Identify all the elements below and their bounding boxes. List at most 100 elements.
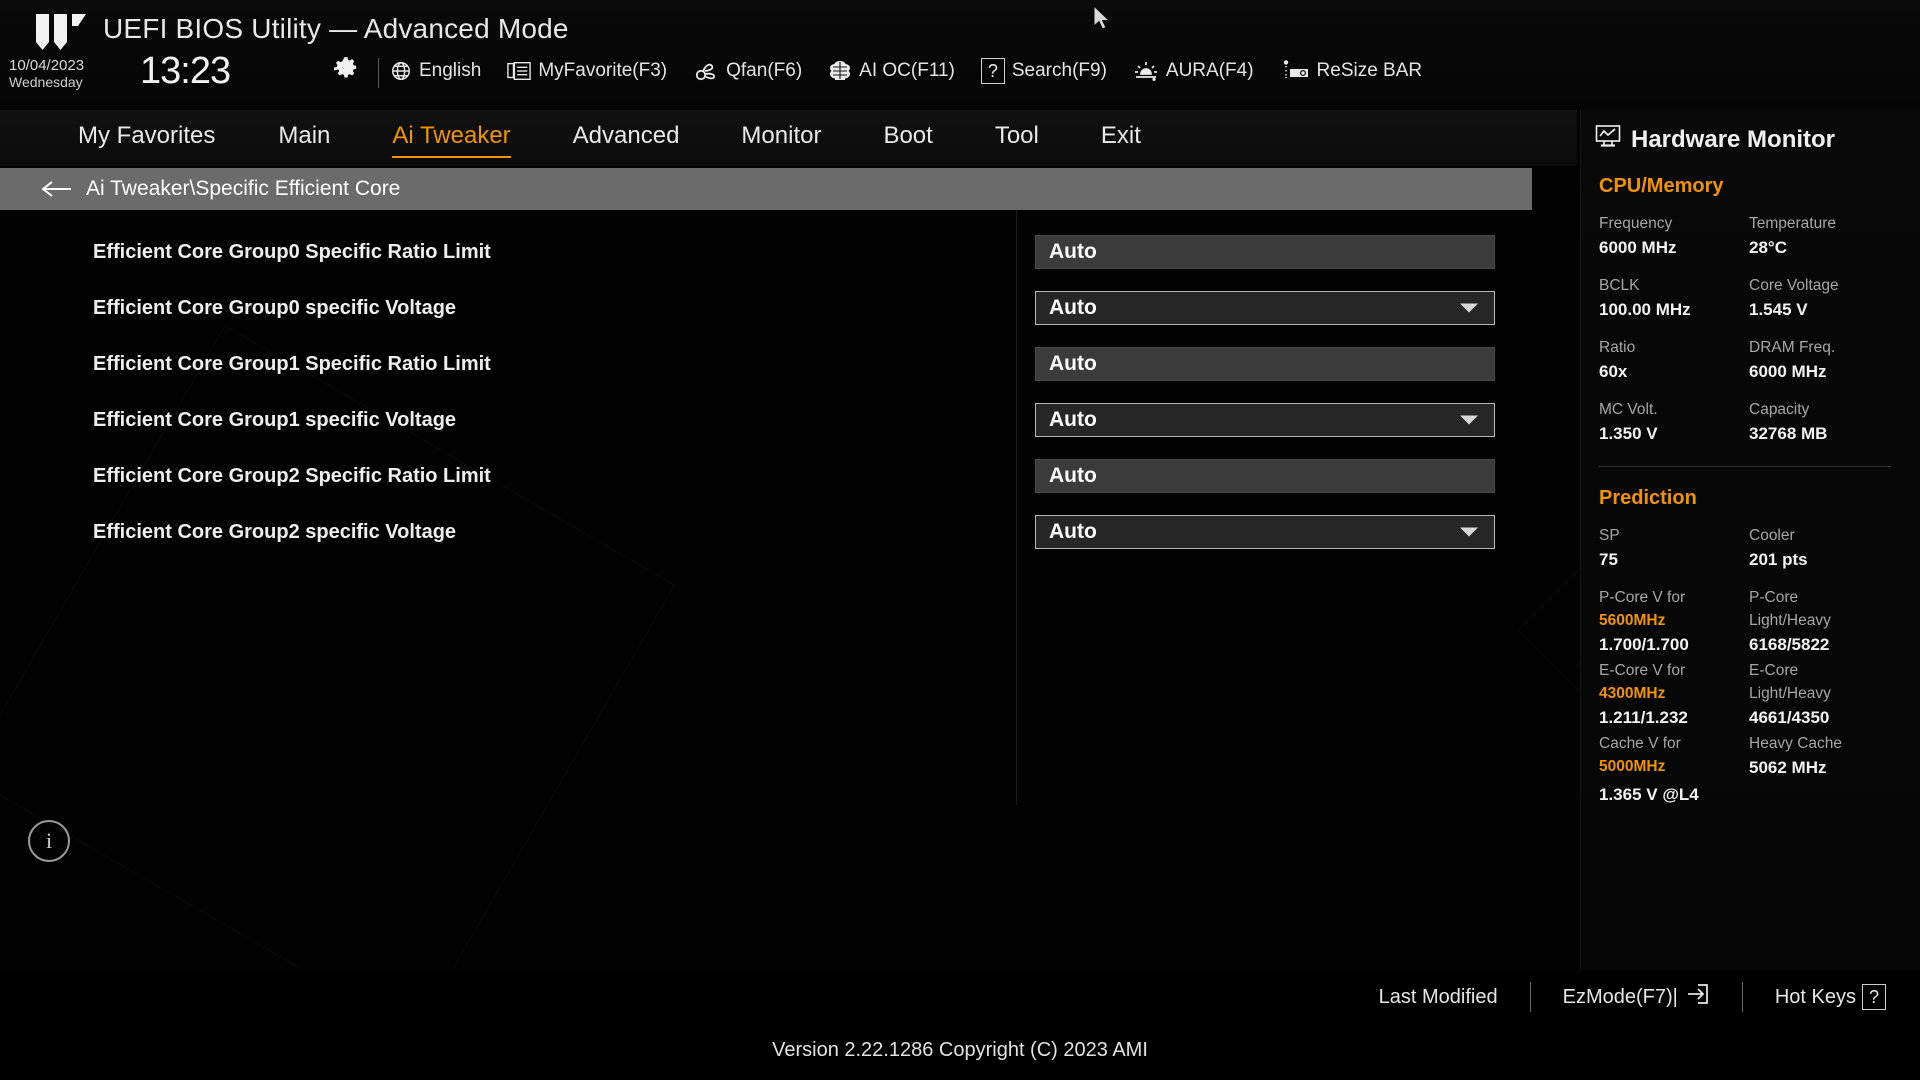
globe-icon [390,60,412,82]
hw-key: Frequency [1599,215,1673,232]
hw-value: 60x [1599,362,1628,381]
setting-value: Auto [1049,240,1097,263]
hw-key: P-Core [1749,589,1799,606]
hw-value: 32768 MB [1749,424,1828,443]
toolbar-item-myfavorite[interactable]: MyFavorite(F3) [507,60,667,82]
footer-bar: Last Modified EzMode(F7)| Hot Keys ? Ver… [0,970,1920,1080]
ezmode-button[interactable]: EzMode(F7)| [1563,982,1710,1012]
question-box-icon: ? [1862,984,1886,1010]
efficient-core-group2-voltage-dropdown[interactable]: Auto [1035,515,1495,549]
date-value: 10/04/2023 [9,57,85,74]
nav-item-exit[interactable]: Exit [1101,118,1141,158]
hw-key: E-Core [1749,662,1799,679]
hw-value: 1.365 V @L4 [1599,785,1699,804]
footer-actions: Last Modified EzMode(F7)| Hot Keys ? [1379,982,1886,1012]
hw-value: 1.700/1.700 [1599,635,1689,654]
setting-label: Efficient Core Group0 Specific Ratio Lim… [93,240,491,263]
efficient-core-group0-ratio-limit-input[interactable]: Auto [1035,235,1495,269]
hotkeys-button[interactable]: Hot Keys ? [1775,984,1886,1010]
tuf-gaming-logo-icon [36,14,86,50]
list-window-icon [507,61,532,81]
efficient-core-group1-voltage-dropdown[interactable]: Auto [1035,403,1495,437]
hotkeys-label: Hot Keys [1774,985,1856,1008]
gpu-icon [1280,59,1310,83]
toolbar-label: Qfan(F6) [726,60,803,81]
toolbar-item-qfan[interactable]: Qfan(F6) [693,60,802,82]
hw-cpu-memory-grid: Frequency Temperature 6000 MHz 28°C BCLK… [1599,212,1891,460]
hw-spacer [1749,782,1891,809]
toolbar-label: English [419,60,482,81]
toolbar-item-english[interactable]: English [390,60,481,82]
toolbar-item-resize-bar[interactable]: ReSize BAR [1280,59,1423,83]
nav-item-tool[interactable]: Tool [995,118,1039,158]
fan-icon [693,60,719,82]
setting-label: Efficient Core Group2 Specific Ratio Lim… [93,464,491,487]
hw-value: 1.211/1.232 [1599,708,1688,727]
hw-key-accent: 5600MHz [1599,612,1666,629]
chevron-down-icon [1460,303,1478,313]
settings-list: Efficient Core Group0 Specific Ratio Lim… [0,210,1577,970]
hardware-monitor-panel: Hardware Monitor CPU/Memory Frequency Te… [1580,110,1920,970]
nav-item-my-favorites[interactable]: My Favorites [78,118,215,158]
hw-key-accent: 4300MHz [1599,685,1666,702]
hw-key: MC Volt. [1599,401,1658,418]
setting-row: Efficient Core Group0 specific Voltage A… [0,280,1532,336]
toolbar-item-ai-oc[interactable]: AI OC(F11) [828,60,955,82]
nav-item-main[interactable]: Main [278,118,330,158]
setting-value: Auto [1049,464,1097,487]
toolbar-label: MyFavorite(F3) [538,60,668,81]
efficient-core-group1-ratio-limit-input[interactable]: Auto [1035,347,1495,381]
nav-item-ai-tweaker[interactable]: Ai Tweaker [392,118,511,158]
monitor-chart-icon [1595,124,1621,155]
toolbar-item-search[interactable]: ? Search(F9) [980,58,1107,84]
setting-value: Auto [1049,408,1097,431]
toolbar-item-aura[interactable]: AURA(F4) [1133,60,1254,82]
mouse-cursor [1093,4,1114,39]
hw-key: E-Core V for [1599,662,1686,679]
hw-section-cpu-memory: CPU/Memory [1599,175,1724,197]
breadcrumb[interactable]: Ai Tweaker\Specific Efficient Core [0,168,1532,210]
hw-key: Core Voltage [1749,277,1839,294]
arrow-left-icon[interactable] [40,179,74,199]
hw-key: P-Core V for [1599,589,1686,606]
hw-key: SP [1599,527,1620,544]
setting-label: Efficient Core Group2 specific Voltage [93,520,457,543]
version-text: Version 2.22.1286 Copyright (C) 2023 AMI [772,1039,1148,1061]
breadcrumb-path: Ai Tweaker\Specific Efficient Core [86,177,401,200]
hw-value: 1.545 V [1749,300,1808,319]
header-bar: UEFI BIOS Utility — Advanced Mode 10/04/… [0,0,1920,110]
last-modified-button[interactable]: Last Modified [1379,986,1498,1009]
chevron-down-icon [1460,527,1478,537]
nav-item-monitor[interactable]: Monitor [741,118,821,158]
hw-value: 6000 MHz [1599,238,1677,257]
lighting-icon [1133,60,1159,82]
info-icon[interactable]: i [28,820,70,862]
hw-value: 201 pts [1749,550,1808,569]
setting-label: Efficient Core Group0 specific Voltage [93,296,457,319]
hw-value: 5062 MHz [1749,758,1827,777]
hw-key: Heavy Cache [1749,735,1843,752]
hw-section-prediction: Prediction [1599,487,1697,509]
hw-key: Ratio [1599,339,1636,356]
hw-key: Light/Heavy [1749,612,1831,629]
nav-item-advanced[interactable]: Advanced [573,118,680,158]
ezmode-label: EzMode(F7)| [1562,985,1678,1008]
hw-divider [1599,466,1891,467]
gear-icon[interactable] [333,56,359,82]
setting-value: Auto [1049,296,1097,319]
date-display: 10/04/2023 Wednesday [9,57,85,91]
setting-row: Efficient Core Group0 Specific Ratio Lim… [0,224,1532,280]
setting-label: Efficient Core Group1 Specific Ratio Lim… [93,352,491,375]
hw-value: 6168/5822 [1749,635,1830,654]
toolbar-label: AURA(F4) [1165,60,1254,81]
hw-value: 4661/4350 [1749,708,1830,727]
day-of-week: Wednesday [9,74,83,90]
efficient-core-group0-voltage-dropdown[interactable]: Auto [1035,291,1495,325]
hardware-monitor-title-text: Hardware Monitor [1631,125,1836,153]
toolbar-label: ReSize BAR [1316,60,1423,81]
setting-value: Auto [1049,520,1097,543]
hw-value: 100.00 MHz [1599,300,1691,319]
bios-screen: UEFI BIOS Utility — Advanced Mode 10/04/… [0,0,1920,1080]
nav-item-boot[interactable]: Boot [883,118,932,158]
efficient-core-group2-ratio-limit-input[interactable]: Auto [1035,459,1495,493]
